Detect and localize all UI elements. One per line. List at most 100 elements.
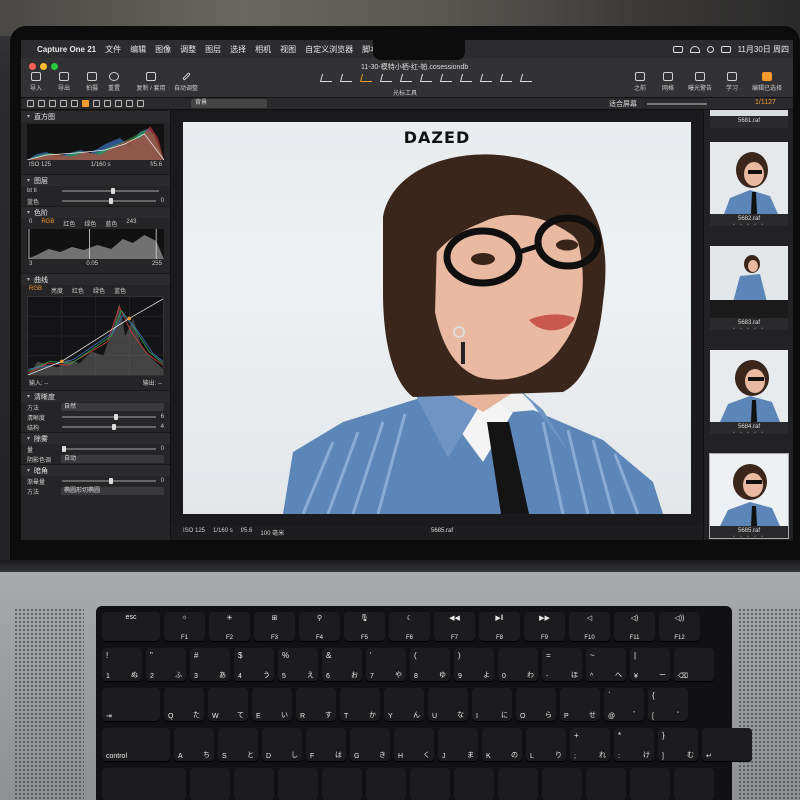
keyboard-key[interactable]	[454, 768, 494, 800]
battery-icon[interactable]	[672, 45, 683, 53]
layers-sub-slider[interactable]	[62, 188, 159, 194]
dehaze-header[interactable]: ▾ 除雾	[21, 432, 170, 444]
keyboard-key[interactable]	[498, 768, 538, 800]
menu-edit[interactable]: 编辑	[130, 44, 146, 55]
copy-apply-button[interactable]: 复制 / 套用	[131, 72, 171, 92]
rating-stars[interactable]: • • • • •	[710, 326, 788, 332]
levels-histogram[interactable]	[27, 229, 164, 259]
keyboard-key[interactable]: ◁ F10	[569, 612, 610, 642]
keyboard-key[interactable]: 0わ	[498, 648, 538, 682]
keyboard-key[interactable]: Kの	[482, 728, 522, 762]
keyboard-key[interactable]	[630, 768, 670, 800]
dehaze-slider[interactable]	[62, 446, 156, 452]
mask-cursor-icon[interactable]	[439, 74, 455, 82]
curves-tab-green[interactable]: 绿色	[93, 286, 105, 295]
keyboard-key[interactable]: ↵	[702, 728, 752, 762]
menu-app-name[interactable]: Capture One 21	[37, 45, 96, 54]
keyboard-key[interactable]: ⌫	[674, 648, 714, 682]
levels-tab-rgb[interactable]: RGB	[41, 219, 54, 226]
levels-tab-green[interactable]: 绿色	[84, 219, 96, 228]
keyboard-key[interactable]	[586, 768, 626, 800]
keyboard-key[interactable]: $4 う	[234, 648, 274, 682]
exposure-warning-button[interactable]: 曝光警告	[685, 72, 715, 92]
vignette-slider[interactable]	[62, 478, 156, 484]
keyboard-key[interactable]	[542, 768, 582, 800]
levels-header[interactable]: ▾ 色阶	[21, 206, 170, 218]
grid-button[interactable]: 网格	[657, 72, 679, 92]
keyboard-key[interactable]: control	[102, 728, 170, 762]
keyboard-key[interactable]: #3 あ	[190, 648, 230, 682]
keyboard-key[interactable]: Dし	[262, 728, 302, 762]
menu-custom-browser[interactable]: 自定义浏览器	[305, 44, 353, 55]
rotate-cursor-icon[interactable]	[399, 74, 415, 82]
rating-stars[interactable]: • • • • •	[710, 222, 788, 228]
keyboard-key[interactable]: ☾ F6	[389, 612, 430, 642]
keyboard-key[interactable]	[278, 768, 318, 800]
curves-tab-rgb[interactable]: RGB	[29, 286, 42, 293]
capture-tab-icon[interactable]	[38, 100, 45, 107]
thumbnail-selected[interactable]: 5685.raf • • • • •	[709, 453, 789, 540]
zoom-slider[interactable]	[647, 103, 707, 105]
curves-tab-red[interactable]: 红色	[72, 286, 84, 295]
keyboard-key[interactable]: % 5 え	[278, 648, 318, 682]
curves-tab-blue[interactable]: 蓝色	[114, 286, 126, 295]
menu-adjust[interactable]: 调整	[180, 44, 196, 55]
output-tab-icon[interactable]	[126, 100, 133, 107]
library-tab-icon[interactable]	[27, 100, 34, 107]
keyboard-key[interactable]: ⚲ F4	[299, 612, 340, 642]
adjustments-tab-icon[interactable]	[104, 100, 111, 107]
select-cursor-icon[interactable]	[319, 74, 335, 82]
keyboard-key[interactable]: Oら	[516, 688, 556, 722]
metadata-tab-icon[interactable]	[115, 100, 122, 107]
keyboard-key[interactable]: Sと	[218, 728, 258, 762]
import-button[interactable]: 导入	[25, 72, 47, 92]
keyboard-key[interactable]: ) 9 よ	[454, 648, 494, 682]
keyboard-key[interactable]: & 6 お	[322, 648, 362, 682]
layers-blue-slider[interactable]	[62, 198, 156, 204]
keyboard-key[interactable]	[410, 768, 450, 800]
keyboard-key[interactable]: +; れ	[570, 728, 610, 762]
keyboard-key[interactable]: " 2 ふ	[146, 648, 186, 682]
keyboard-key[interactable]: ⇥	[102, 688, 160, 722]
keyboard-key[interactable]: Uな	[428, 688, 468, 722]
export-button[interactable]: 导出	[53, 72, 75, 92]
edit-selected-button[interactable]: 编辑已选择	[749, 72, 785, 92]
pan-cursor-icon[interactable]	[339, 74, 355, 82]
keyboard-key[interactable]	[190, 768, 230, 800]
keyboard-key[interactable]: (8 ゆ	[410, 648, 450, 682]
rating-stars[interactable]: • • • • •	[710, 430, 788, 436]
vignette-method-select[interactable]: 椭圆形切椭圆	[61, 487, 164, 495]
clarity-slider[interactable]	[62, 414, 156, 420]
background-select[interactable]: 背景	[191, 99, 267, 108]
keyboard-key[interactable]: ` @ ゛	[604, 688, 644, 722]
menubar-clock[interactable]: 11月30日 周四	[738, 44, 789, 55]
keyboard-key[interactable]: Qた	[164, 688, 204, 722]
structure-slider[interactable]	[62, 424, 156, 430]
capture-button[interactable]: 拍摄	[81, 72, 103, 92]
thumbnail[interactable]: 5681.raf	[710, 110, 788, 128]
keyboard-key[interactable]: ☀ F2	[209, 612, 250, 642]
keyboard-key[interactable]: ▶‖ F8	[479, 612, 520, 642]
eraser-cursor-icon[interactable]	[479, 74, 495, 82]
rating-stars[interactable]: • • • • •	[710, 534, 788, 540]
zoom-window-button[interactable]	[51, 63, 58, 70]
curve-editor[interactable]	[27, 296, 164, 376]
keyboard-key[interactable]: *: け	[614, 728, 654, 762]
keyboard-key[interactable]: Pせ	[560, 688, 600, 722]
settings-tab-icon[interactable]	[137, 100, 144, 107]
curves-tab-luma[interactable]: 亮度	[51, 286, 63, 295]
menu-select[interactable]: 选择	[230, 44, 246, 55]
keyboard-key[interactable]: ! 1 ぬ	[102, 648, 142, 682]
levels-tab-red[interactable]: 红色	[63, 219, 75, 228]
menu-file[interactable]: 文件	[105, 44, 121, 55]
auto-adjust-button[interactable]: 自动调整	[169, 72, 203, 92]
thumbnail[interactable]: 5684.raf • • • • •	[710, 350, 788, 436]
keyboard-key[interactable]	[366, 768, 406, 800]
keystone-cursor-icon[interactable]	[419, 74, 435, 82]
curves-header[interactable]: ▾ 曲线	[21, 273, 170, 285]
levels-tab-blue[interactable]: 蓝色	[105, 219, 117, 228]
keyboard-key[interactable]: }] む	[658, 728, 698, 762]
keyboard-key[interactable]: Wて	[208, 688, 248, 722]
keyboard-key[interactable]	[322, 768, 362, 800]
keyboard-key[interactable]: Aち	[174, 728, 214, 762]
